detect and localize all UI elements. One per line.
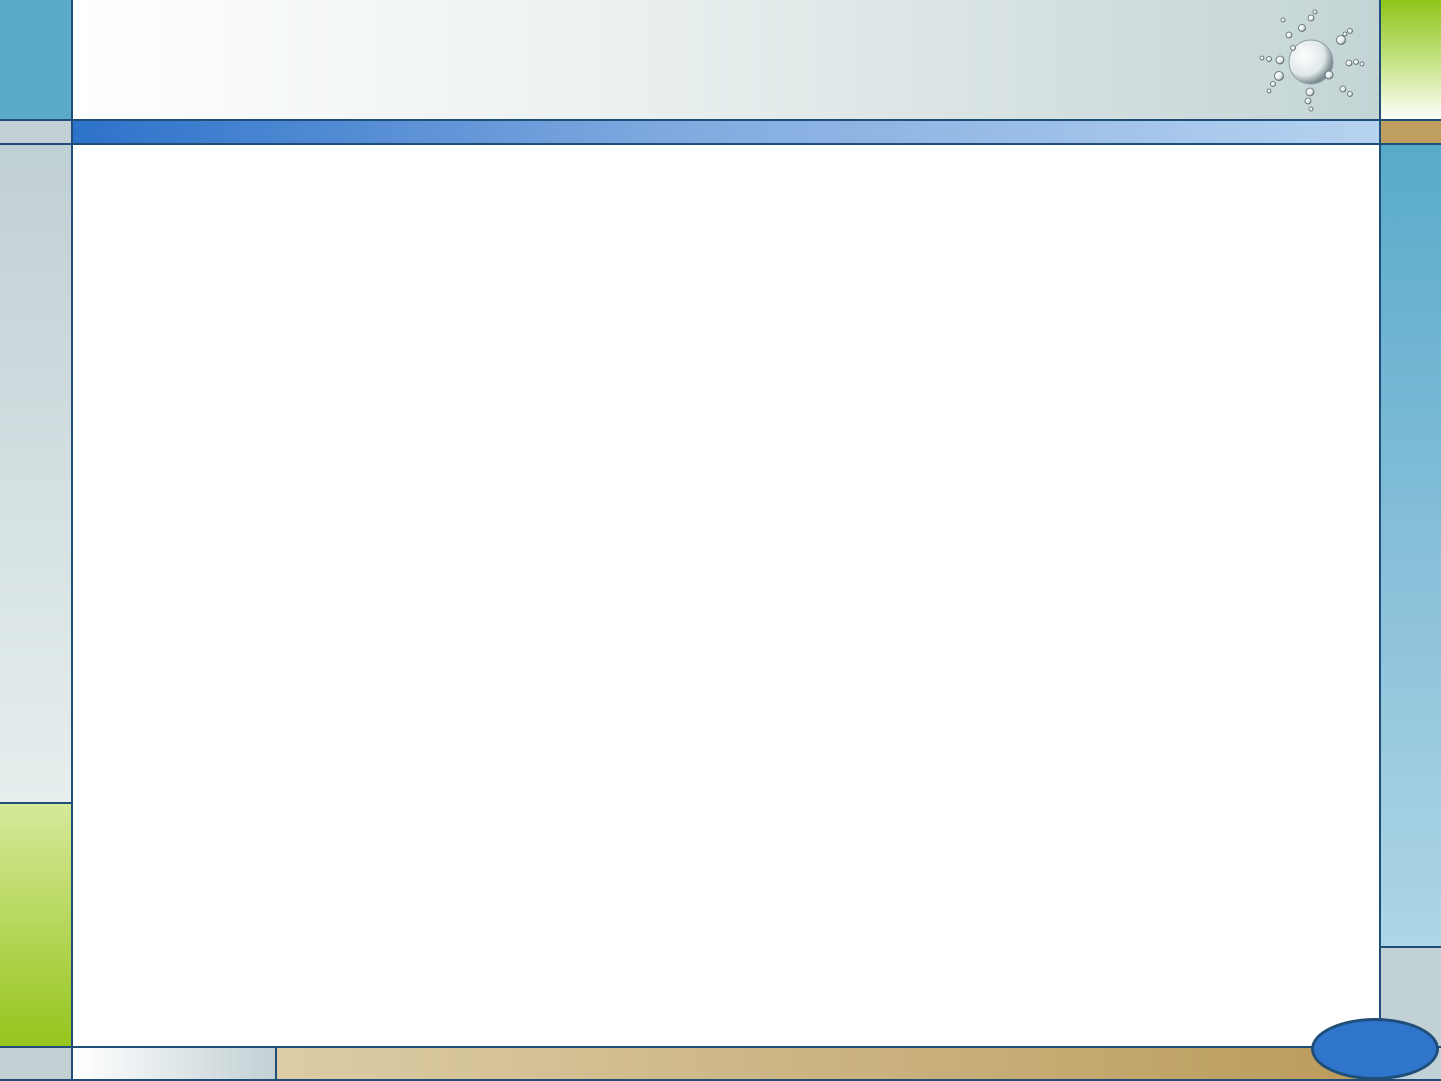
- divider-right-vertical: [1379, 0, 1381, 1081]
- accent-bar: [73, 121, 1379, 144]
- divider-footer-top: [0, 1046, 1441, 1048]
- divider-footer-segment: [275, 1047, 277, 1081]
- left-top-block: [0, 0, 72, 120]
- right-sidebar-gradient: [1381, 145, 1441, 947]
- footer-left-segment: [73, 1048, 276, 1081]
- right-top-green-block: [1381, 0, 1441, 120]
- header-banner: [73, 0, 1379, 120]
- right-band-tan-block: [1381, 121, 1441, 144]
- left-green-block: [0, 804, 72, 1047]
- left-band-block: [0, 121, 72, 144]
- divider-left-green-top: [0, 802, 72, 804]
- left-sidebar-gradient: [0, 145, 72, 803]
- divider-header-bottom: [0, 119, 1441, 121]
- left-bottom-block: [0, 1048, 72, 1081]
- sun-bubbles-icon: [1259, 9, 1365, 112]
- divider-right-bottom-block: [1380, 946, 1441, 948]
- footer-tan-bar: [277, 1048, 1380, 1081]
- page-number-oval: [1311, 1018, 1439, 1080]
- divider-left-vertical: [71, 0, 73, 1081]
- divider-accent-bottom: [0, 143, 1441, 145]
